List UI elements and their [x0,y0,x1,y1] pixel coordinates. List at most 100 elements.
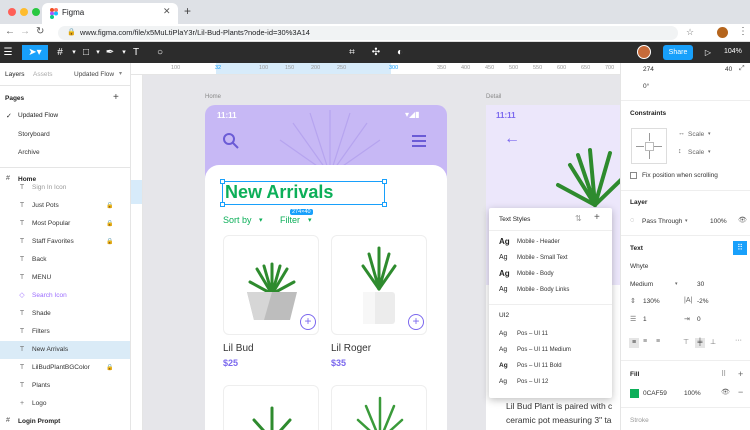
line-height-input[interactable]: 130% [643,298,660,305]
layer-item[interactable]: T Shade [0,305,130,323]
chevron-down-icon[interactable]: ▾ [675,281,678,287]
width-value[interactable]: 274 [643,66,654,73]
text-style-item[interactable]: Ag Pos – UI 11 Medium [489,342,612,358]
constraint-top-line[interactable] [649,133,650,141]
align-left-icon[interactable]: ≡ [629,338,639,348]
layer-item[interactable]: T MENU [0,269,130,287]
text-tool-icon[interactable]: T [128,45,144,60]
close-window-button[interactable] [8,8,16,16]
layer-item-selected[interactable]: T New Arrivals [0,341,130,359]
align-right-icon[interactable]: ≡ [656,338,660,345]
layer-item[interactable]: + Logo [0,395,130,413]
share-button[interactable]: Share [663,45,693,60]
forward-arrow-icon[interactable]: → [20,26,30,37]
search-icon[interactable] [222,132,240,150]
layer-item[interactable]: T Sign In Icon [0,179,130,197]
text-style-item[interactable]: Ag Pos – UI 12 [489,374,612,390]
url-field[interactable]: 🔒 www.figma.com/file/x5MuLtiPlaY3r/Lil-B… [58,26,678,40]
horizontal-constraint-select[interactable]: Scale [688,131,704,138]
bookmark-star-icon[interactable]: ☆ [686,27,694,38]
tab-layers[interactable]: Layers [5,71,25,78]
lock-icon[interactable]: 🔒 [106,233,113,251]
fill-opacity-input[interactable]: 100% [684,390,701,397]
layer-item[interactable]: T Plants [0,377,130,395]
main-menu-icon[interactable]: ☰ [0,45,16,60]
filter-chevron-icon[interactable]: ▾ [308,216,312,224]
eye-icon[interactable]: 👁 [721,388,730,396]
text-style-item[interactable]: Ag Mobile - Body Links [489,282,612,298]
page-item-storyboard[interactable]: Storyboard [18,131,50,138]
comment-tool-icon[interactable]: ○ [152,45,168,60]
align-bottom-icon[interactable]: ⊥ [710,338,716,346]
sort-chevron-icon[interactable]: ▾ [259,216,263,224]
chevron-down-icon[interactable]: ▾ [685,218,688,224]
fix-position-checkbox[interactable] [630,172,637,179]
add-page-icon[interactable]: + [113,92,119,103]
align-top-icon[interactable]: ⊤ [683,338,689,346]
layer-item[interactable]: T LilBudPlantBGColor 🔒 [0,359,130,377]
add-fill-icon[interactable]: + [738,369,743,379]
menu-icon[interactable] [411,134,427,148]
new-arrivals-heading[interactable]: New Arrivals [225,182,333,203]
mask-icon[interactable]: ✣ [368,45,384,60]
layer-login-prompt[interactable]: Login Prompt [18,418,60,425]
rotation-value[interactable]: 0° [643,83,649,90]
font-size-input[interactable]: 30 [697,281,704,288]
lock-icon[interactable]: 🔒 [106,215,113,233]
font-weight-select[interactable]: Medium [630,281,653,288]
component-icon[interactable]: ⌗ [344,45,360,60]
add-to-cart-button[interactable]: + [300,314,316,330]
eye-icon[interactable]: 👁 [738,216,747,224]
chevron-down-icon[interactable]: ▾ [708,131,711,137]
text-style-item[interactable]: Ag Pos – UI 11 [489,326,612,342]
fill-hex-input[interactable]: 0CAF59 [643,390,667,397]
play-icon[interactable]: ▷ [700,45,716,60]
tab-assets[interactable]: Assets [33,71,53,78]
align-center-icon[interactable]: ≡ [643,338,647,345]
paragraph-spacing-input[interactable]: 1 [643,316,647,323]
paragraph-indent-input[interactable]: 0 [697,316,701,323]
text-styles-popup[interactable]: Text Styles ⇅ + Ag Mobile - Header Ag Mobi… [489,208,612,398]
page-item-updated-flow[interactable]: Updated Flow [18,112,58,119]
vertical-constraint-select[interactable]: Scale [688,149,704,156]
avatar[interactable] [717,27,728,38]
text-style-item[interactable]: Ag Mobile - Body [489,266,612,282]
browser-menu-icon[interactable]: ⋮ [738,26,748,37]
layer-item[interactable]: T Staff Favorites 🔒 [0,233,130,251]
text-style-item[interactable]: Ag Mobile - Header [489,234,612,250]
collaborator-avatar[interactable] [637,45,651,59]
product-card[interactable] [223,385,319,430]
product-card[interactable] [331,385,427,430]
product-card[interactable]: + [331,235,427,335]
chevron-down-icon[interactable]: ▾ [708,149,711,155]
home-frame[interactable]: 11:11 ▾◢▮ New Arrivals 274×40 Sort by ▾ … [205,105,447,430]
fill-color-swatch[interactable] [630,389,639,398]
lock-icon[interactable]: 🔒 [106,197,113,215]
layer-item[interactable]: T Filters [0,323,130,341]
maximize-window-button[interactable] [32,8,40,16]
constraints-widget[interactable] [631,128,667,164]
layer-opacity[interactable]: 100% [710,218,727,225]
text-style-grid-icon[interactable]: ⠿ [733,241,747,255]
layer-item[interactable]: T Most Popular 🔒 [0,215,130,233]
back-arrow-icon[interactable]: ← [504,130,520,148]
more-options-icon[interactable]: ··· [735,337,742,344]
resize-handle[interactable] [382,179,387,184]
remove-fill-icon[interactable]: − [738,387,743,397]
layer-item[interactable]: ◇ Search Icon [0,287,130,305]
new-tab-button[interactable]: + [184,4,191,18]
height-value[interactable]: 40 [725,66,732,73]
resize-handle[interactable] [382,202,387,207]
sort-icon[interactable]: ⇅ [575,214,582,223]
frame-label-home[interactable]: Home [205,94,221,100]
frame-label-detail[interactable]: Detail [486,94,501,100]
filter-label[interactable]: Filter [280,215,300,225]
letter-spacing-input[interactable]: -2% [697,298,709,305]
style-grid-icon[interactable]: ⠿ [721,370,726,378]
constraint-left-line[interactable] [636,146,644,147]
page-item-archive[interactable]: Archive [18,149,40,156]
reload-icon[interactable]: ↻ [36,26,44,37]
zoom-level[interactable]: 104% [724,48,742,55]
sort-by-label[interactable]: Sort by [223,215,252,225]
layer-item[interactable]: T Back [0,251,130,269]
